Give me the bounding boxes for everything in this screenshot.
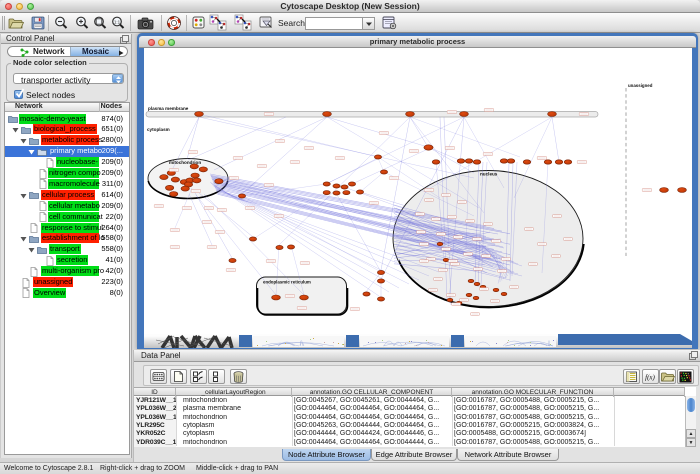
svg-text:nucleus: nucleus xyxy=(480,172,498,177)
svg-text:cytoplasm: cytoplasm xyxy=(147,127,170,132)
svg-text:1:1: 1:1 xyxy=(114,19,121,24)
svg-text:f(x): f(x) xyxy=(645,374,655,382)
svg-text:endoplasmic reticulum: endoplasmic reticulum xyxy=(263,280,311,285)
svg-text:unassigned: unassigned xyxy=(628,83,653,88)
svg-text:plasma membrane: plasma membrane xyxy=(148,106,189,111)
